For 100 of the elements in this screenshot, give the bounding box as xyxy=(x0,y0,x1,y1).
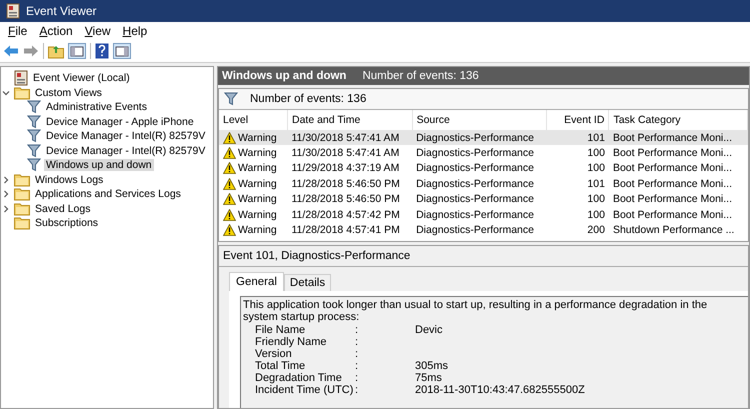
field-separator: : xyxy=(355,384,360,396)
tab[interactable]: General xyxy=(229,272,284,291)
filter-icon xyxy=(27,114,41,129)
table-cell: Warning xyxy=(238,147,277,160)
field-value: 75ms xyxy=(415,372,443,384)
warning-icon xyxy=(223,224,236,236)
field-name: Incident Time (UTC) xyxy=(255,384,354,396)
event-log-icon xyxy=(6,3,20,19)
menu-item[interactable]: View xyxy=(78,24,117,38)
table-cell: Diagnostics-Performance xyxy=(416,147,534,160)
table-cell: Diagnostics-Performance xyxy=(416,208,534,221)
table-cell: Warning xyxy=(238,208,277,221)
filter-icon xyxy=(27,144,41,158)
folder-up-icon[interactable] xyxy=(48,43,64,59)
table-cell: Warning xyxy=(238,178,277,190)
field-separator: : xyxy=(355,336,360,348)
panel-icon[interactable] xyxy=(68,43,86,59)
warning-icon xyxy=(223,208,236,221)
tree-item[interactable]: Subscriptions xyxy=(33,217,100,230)
table-cell: 100 xyxy=(587,162,605,174)
table-cell: Diagnostics-Performance xyxy=(416,178,534,190)
table-cell: Warning xyxy=(238,224,277,236)
table-cell: Boot Performance Moni... xyxy=(612,147,732,160)
field-name: Friendly Name xyxy=(255,336,328,348)
folder-icon xyxy=(14,86,30,100)
forward-arrow-icon[interactable] xyxy=(23,44,39,58)
back-arrow-icon[interactable] xyxy=(3,44,19,58)
warning-icon xyxy=(223,132,236,144)
filter-icon xyxy=(27,158,41,172)
warning-icon xyxy=(223,162,236,174)
table-cell: 11/28/2018 5:46:50 PM xyxy=(292,193,400,206)
field-separator: : xyxy=(355,324,360,336)
pane-title: Windows up and down xyxy=(222,70,346,82)
table-cell: 11/30/2018 5:47:41 AM xyxy=(292,147,400,160)
warning-icon xyxy=(223,147,236,160)
table-cell: Warning xyxy=(238,193,277,206)
table-cell: Warning xyxy=(238,132,277,144)
table-cell: 11/29/2018 4:37:19 AM xyxy=(292,162,400,174)
field-separator: : xyxy=(355,372,360,384)
table-cell: Boot Performance Moni... xyxy=(612,178,732,190)
chevron-down-icon[interactable] xyxy=(2,88,10,97)
tree-item[interactable]: Device Manager - Intel(R) 82579V xyxy=(44,144,208,157)
field-value: Devic xyxy=(415,324,444,336)
table-cell: 11/28/2018 4:57:41 PM xyxy=(292,224,400,236)
table-cell: 101 xyxy=(587,132,605,144)
tree-item[interactable]: Saved Logs xyxy=(33,202,92,215)
table-cell: 11/28/2018 4:57:42 PM xyxy=(292,208,400,221)
table-cell: Diagnostics-Performance xyxy=(416,193,534,206)
table-cell: 100 xyxy=(587,193,605,206)
field-separator: : xyxy=(355,348,360,360)
table-cell: Warning xyxy=(238,162,277,174)
table-cell: 100 xyxy=(587,147,605,160)
table-cell: 200 xyxy=(587,224,605,236)
filter-icon xyxy=(27,100,41,114)
field-name: Degradation Time xyxy=(255,372,343,384)
field-separator: : xyxy=(355,360,360,372)
help-icon[interactable] xyxy=(95,43,109,59)
field-value: 305ms xyxy=(415,360,450,372)
tree-item[interactable]: Device Manager - Apple iPhone xyxy=(44,116,196,128)
table-cell: Boot Performance Moni... xyxy=(612,208,732,221)
menu-item[interactable]: File xyxy=(2,24,34,38)
field-name: Total Time xyxy=(255,360,306,372)
table-cell: Boot Performance Moni... xyxy=(612,162,732,174)
folder-icon xyxy=(14,216,30,230)
tree-item[interactable]: Applications and Services Logs xyxy=(33,188,183,200)
menu-item[interactable]: Action xyxy=(33,24,79,38)
chevron-right-icon[interactable] xyxy=(2,190,10,198)
folder-icon xyxy=(14,202,30,216)
panel-icon[interactable] xyxy=(113,43,131,59)
event-title: Event 101, Diagnostics-Performance xyxy=(223,250,410,262)
table-cell: Diagnostics-Performance xyxy=(416,162,534,174)
window-title: Event Viewer xyxy=(26,4,96,18)
filter-label: Number of events: 136 xyxy=(250,93,366,105)
chevron-right-icon[interactable] xyxy=(2,176,10,184)
table-cell: Diagnostics-Performance xyxy=(416,224,534,236)
event-count: Number of events: 136 xyxy=(362,70,479,82)
tree-item[interactable]: Windows up and down xyxy=(44,159,154,172)
table-cell: Diagnostics-Performance xyxy=(416,132,534,144)
table-cell: 100 xyxy=(587,208,605,221)
tree-item[interactable]: Administrative Events xyxy=(44,101,149,114)
table-cell: 101 xyxy=(587,178,605,190)
table-cell: 11/28/2018 5:46:50 PM xyxy=(292,178,400,190)
menu-item[interactable]: Help xyxy=(116,24,154,38)
tree-item[interactable]: Windows Logs xyxy=(33,174,106,186)
field-name: File Name xyxy=(255,324,306,336)
chevron-right-icon[interactable] xyxy=(2,204,10,213)
warning-icon xyxy=(223,178,236,190)
folder-icon xyxy=(14,172,30,187)
tree-item[interactable]: Custom Views xyxy=(33,86,104,99)
tree-item[interactable]: Event Viewer (Local) xyxy=(31,72,132,84)
filter-icon xyxy=(27,129,41,144)
description-text: This application took longer than usual to start up, resulting in a performance degradation in the system startup process: xyxy=(243,299,708,323)
field-name: Version xyxy=(255,348,293,360)
table-cell: Boot Performance Moni... xyxy=(612,193,732,206)
tree-item[interactable]: Device Manager - Intel(R) 82579V xyxy=(44,130,208,142)
event-log-icon xyxy=(14,70,28,86)
filter-icon xyxy=(224,92,238,106)
field-value: 2018-11-30T10:43:47.682555500Z xyxy=(415,384,586,396)
tab[interactable]: Details xyxy=(284,274,332,291)
warning-icon xyxy=(223,193,236,206)
